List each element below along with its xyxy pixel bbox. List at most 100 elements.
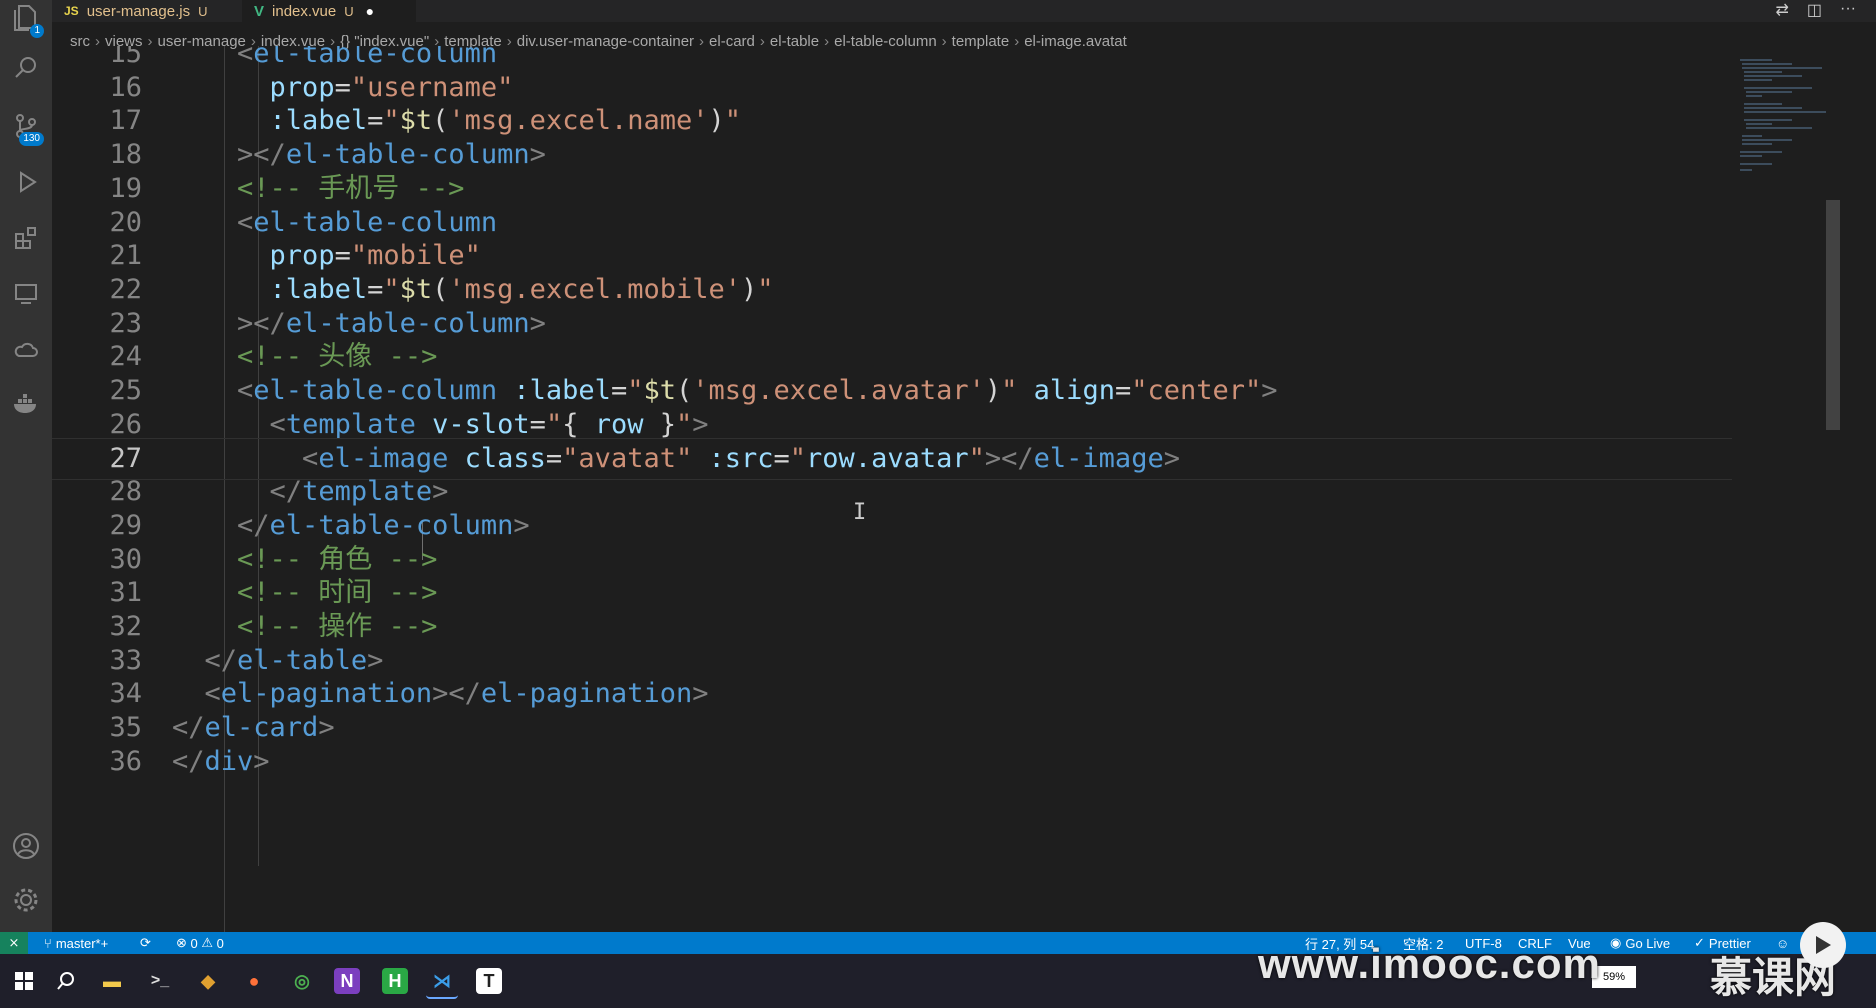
code-token-punc: ></ [984, 443, 1034, 475]
chrome-icon[interactable]: ◎ [286, 965, 318, 997]
taskbar-search-icon[interactable] [50, 965, 82, 997]
go-live-button[interactable]: ◉ Go Live [1610, 932, 1670, 954]
git-icon[interactable]: ◆ [192, 965, 224, 997]
sync-icon[interactable]: ⟳ [140, 932, 151, 954]
search-icon[interactable] [10, 52, 42, 84]
typora-icon[interactable]: T [476, 968, 502, 994]
code-token-str: " [383, 105, 400, 137]
editor-actions: ⇄ ◫ ··· [1775, 0, 1856, 20]
code-token-tag: el-table-column [253, 375, 498, 406]
vscode-icon[interactable]: ⋊ [426, 965, 458, 999]
code-token-punc: ></ [432, 678, 481, 710]
warning-count: 0 [216, 935, 224, 951]
code-token-ws [172, 443, 302, 474]
cloud-icon[interactable] [10, 334, 42, 366]
code-token-punc: ></ [237, 139, 286, 171]
hbuilder-icon[interactable]: H [382, 968, 408, 994]
file-explorer-icon[interactable]: ▬ [96, 965, 128, 997]
code-token-str: " [789, 443, 807, 475]
js-file-icon: JS [64, 4, 79, 18]
code-token-str: 'msg.excel.avatar' [692, 375, 985, 406]
code-token-str: " [676, 408, 693, 440]
code-token-op [448, 443, 464, 474]
code-token-op: = [529, 408, 546, 440]
terminal-icon[interactable]: >_ [144, 965, 176, 997]
remote-indicator-icon[interactable]: ⨯ [0, 932, 28, 954]
code-token-ws [172, 240, 270, 271]
code-token-punc: </ [237, 509, 270, 541]
code-token-str: " [383, 273, 400, 305]
modified-dot-icon[interactable]: ● [366, 3, 374, 19]
code-token-tag: div [204, 745, 254, 777]
compare-icon[interactable]: ⇄ [1775, 0, 1788, 20]
code-token-punc: > [1261, 375, 1278, 406]
warning-icon: ⚠ [201, 935, 214, 950]
code-token-tag: el-pagination [220, 678, 433, 710]
code-token-tag: el-image [1033, 443, 1164, 475]
branch-status[interactable]: ⑂ master*+ [44, 932, 108, 954]
code-token-ws [172, 577, 237, 608]
tab-label: user-manage.js [86, 2, 191, 20]
onenote-icon[interactable]: N [334, 968, 360, 994]
code-token-cmt: <!-- 时间 --> [237, 577, 438, 609]
code-token-str: " [968, 443, 985, 475]
code-token-op: = [367, 273, 384, 305]
code-token-punc: > [529, 139, 546, 171]
code-editor[interactable]: 15 <el-table-column 16 prop="username" 17 … [52, 46, 1828, 932]
code-token-fn: $t [399, 273, 433, 305]
code-token-op: = [334, 240, 351, 272]
code-token-punc: > [367, 644, 384, 676]
code-token-op: ( [676, 375, 693, 406]
minimap[interactable] [1732, 54, 1828, 184]
more-actions-icon[interactable]: ··· [1840, 0, 1856, 20]
code-token-ws [172, 173, 237, 204]
code-token-attr: class [464, 443, 546, 475]
code-token-op: = [334, 71, 351, 103]
code-token-punc: < [237, 46, 254, 69]
tab-index-vue[interactable]: V index.vue U ● [242, 0, 416, 22]
code-token-attr: prop [269, 71, 335, 103]
run-debug-icon[interactable] [10, 166, 42, 198]
code-token-ws [172, 105, 270, 136]
play-button[interactable] [1800, 922, 1846, 968]
code-token-ws [172, 510, 237, 541]
code-token-op: ( [432, 273, 449, 305]
extensions-icon[interactable] [10, 222, 42, 254]
remote-explorer-icon[interactable] [10, 278, 42, 310]
broadcast-icon: ◉ [1610, 935, 1622, 950]
code-token-op: = [1114, 375, 1132, 406]
code-token-op [416, 409, 432, 440]
text-cursor-icon: I [853, 500, 867, 525]
code-token-ws [172, 476, 270, 507]
code-token-str: " [545, 408, 563, 440]
code-token-op: ) [984, 375, 1002, 406]
code-token-attr: :label [513, 375, 611, 406]
code-token-str: " [627, 375, 644, 406]
windows-start-icon[interactable] [8, 965, 40, 997]
code-token-cmt: <!-- 头像 --> [237, 341, 438, 373]
code-token-tag: el-card [204, 712, 319, 743]
code-token-attr: row [594, 408, 644, 440]
firefox-icon[interactable]: ● [238, 965, 270, 997]
code-token-punc: < [302, 443, 319, 475]
watermark-url: www.imooc.com [1258, 940, 1601, 987]
code-token-op: = [610, 375, 628, 406]
vertical-scrollbar[interactable] [1826, 200, 1840, 430]
code-token-punc: </ [204, 644, 238, 676]
code-token-ws [172, 544, 237, 575]
problems-status[interactable]: ⊗ 0 ⚠ 0 [176, 932, 224, 954]
code-token-tag: el-table-column [285, 307, 530, 339]
source-control-icon[interactable]: 130 [10, 110, 44, 146]
code-token-fn: $t [643, 375, 676, 406]
account-icon[interactable] [10, 830, 42, 862]
explorer-badge: 1 [30, 24, 44, 38]
explorer-icon[interactable]: 1 [10, 2, 44, 38]
docker-icon[interactable] [10, 388, 42, 420]
code-token-cmt: <!-- 操作 --> [237, 610, 438, 642]
settings-gear-icon[interactable] [10, 884, 42, 916]
code-token-attr: align [1033, 375, 1115, 406]
code-line[interactable]: 36 </div> [52, 742, 1732, 782]
code-token-str: " [757, 273, 774, 305]
split-editor-icon[interactable]: ◫ [1807, 0, 1822, 20]
code-token-str: "mobile" [350, 240, 481, 272]
